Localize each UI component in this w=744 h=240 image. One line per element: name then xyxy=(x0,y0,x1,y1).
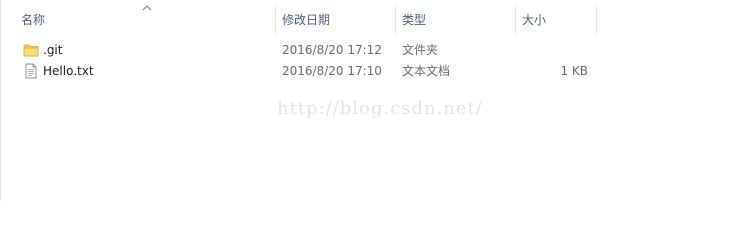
column-header-date-modified[interactable]: 修改日期 xyxy=(276,0,396,38)
file-size xyxy=(522,40,588,61)
text-file-icon xyxy=(25,63,37,79)
file-date-modified: 2016/8/20 17:12 xyxy=(282,43,382,57)
column-header-name[interactable]: 名称 xyxy=(15,0,276,38)
file-type: 文件夹 xyxy=(402,43,439,57)
column-header-size[interactable]: 大小 xyxy=(516,0,597,38)
file-date-modified: 2016/8/20 17:10 xyxy=(282,64,382,78)
file-row-git[interactable]: .git 2016/8/20 17:12 文件夹 xyxy=(1,40,744,61)
file-name: Hello.txt xyxy=(43,64,94,78)
file-type: 文本文档 xyxy=(402,64,451,78)
column-header-bar: 名称 修改日期 类型 大小 xyxy=(1,0,744,38)
folder-icon xyxy=(23,44,39,57)
file-explorer-window: 名称 修改日期 类型 大小 .git 2016/8/20 17:12 文件夹 H… xyxy=(0,0,744,201)
file-list: .git 2016/8/20 17:12 文件夹 Hello.txt 2016/… xyxy=(1,40,744,82)
watermark-text: http://blog.csdn.net/ xyxy=(277,98,483,119)
file-row-hello-txt[interactable]: Hello.txt 2016/8/20 17:10 文本文档 1 KB xyxy=(1,61,744,82)
file-name: .git xyxy=(43,43,63,57)
column-header-type[interactable]: 类型 xyxy=(396,0,516,38)
file-size: 1 KB xyxy=(560,64,588,78)
